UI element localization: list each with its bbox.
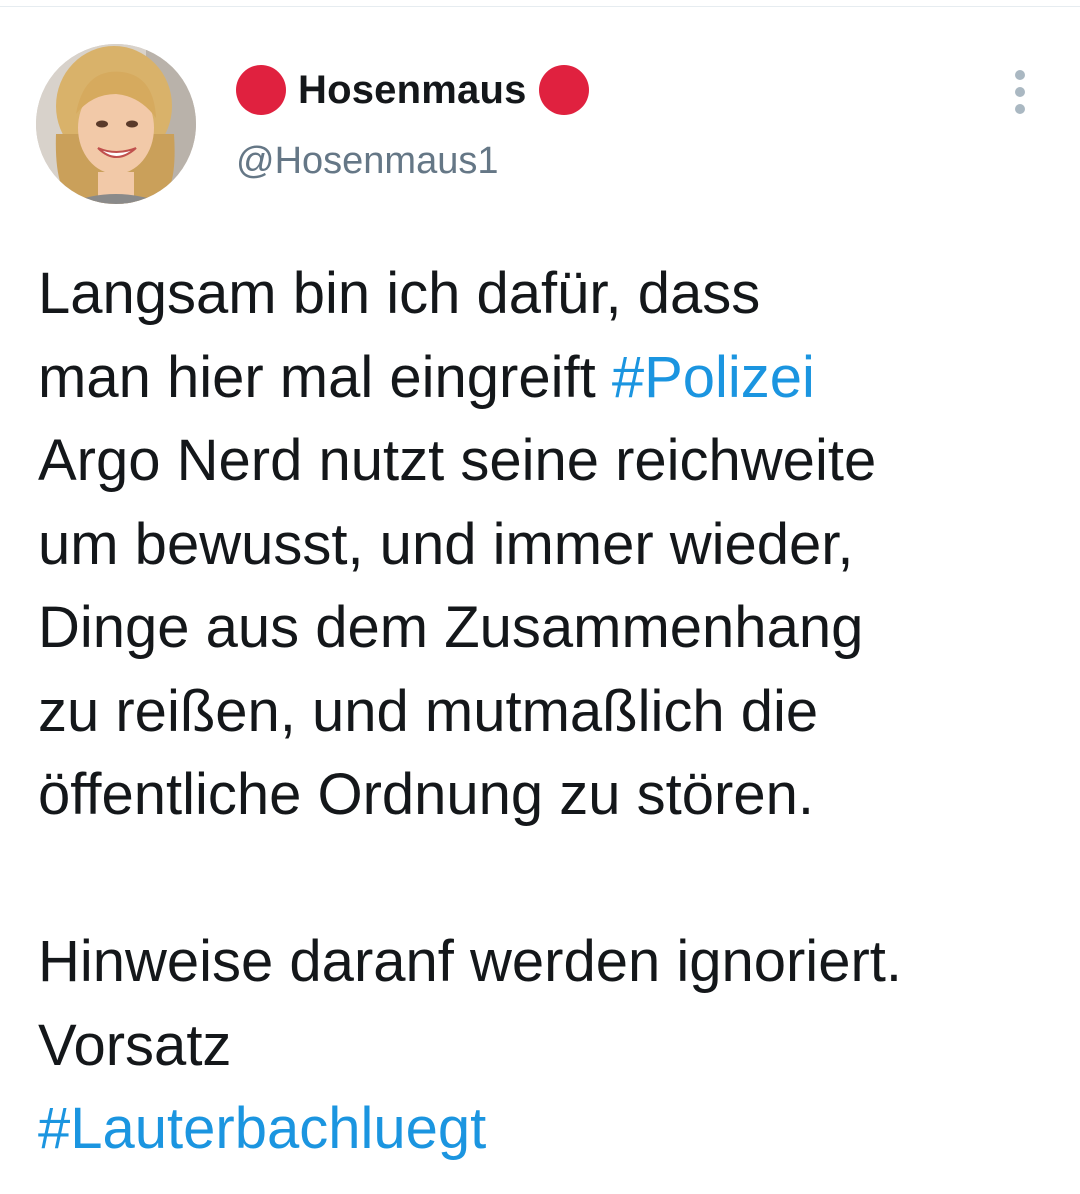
display-name-text: Hosenmaus <box>298 67 527 112</box>
tweet-line-text: man hier mal eingreift <box>38 344 596 410</box>
more-vertical-icon-dot <box>1015 104 1025 114</box>
top-divider <box>0 6 1080 7</box>
more-vertical-icon <box>1015 70 1025 80</box>
tweet-line: um bewusst, und immer wieder, <box>38 511 854 577</box>
more-options-button[interactable] <box>1000 66 1040 118</box>
tweet-line: Langsam bin ich dafür, dass <box>38 261 761 326</box>
tweet-line: #Lauterbachluegt <box>38 1087 1048 1171</box>
tweet-text: Langsam bin ich dafür, dass man hier mal… <box>38 252 1048 1171</box>
avatar[interactable] <box>36 44 196 204</box>
tweet-line: zu reißen, und mutmaßlich die <box>38 678 819 744</box>
tweet-line: öffentliche Ordnung zu stören. <box>38 762 814 827</box>
tweet-line: Hinweise daranf werden ignoriert. <box>38 929 902 994</box>
user-handle[interactable]: @Hosenmaus1 <box>236 140 498 183</box>
tweet-card: Hosenmaus @Hosenmaus1 Langsam bin ich da… <box>0 0 1080 1194</box>
tweet-line: man hier mal eingreift #Polizei <box>38 336 1048 420</box>
red-circle-icon <box>236 65 286 115</box>
more-vertical-icon-dot <box>1015 87 1025 97</box>
paragraph-break <box>38 837 1048 921</box>
tweet-line: Vorsatz <box>38 1012 232 1078</box>
profile-photo-icon <box>36 44 196 204</box>
red-circle-icon <box>538 65 589 115</box>
display-name[interactable]: Hosenmaus <box>236 62 589 118</box>
tweet-line: Dinge aus dem Zusammenhang <box>38 595 864 660</box>
hashtag-link-polizei[interactable]: #Polizei <box>612 345 815 410</box>
hashtag-link-lauterbachluegt[interactable]: #Lauterbachluegt <box>38 1096 486 1161</box>
tweet-line: Argo Nerd nutzt seine reichweite <box>38 428 877 493</box>
